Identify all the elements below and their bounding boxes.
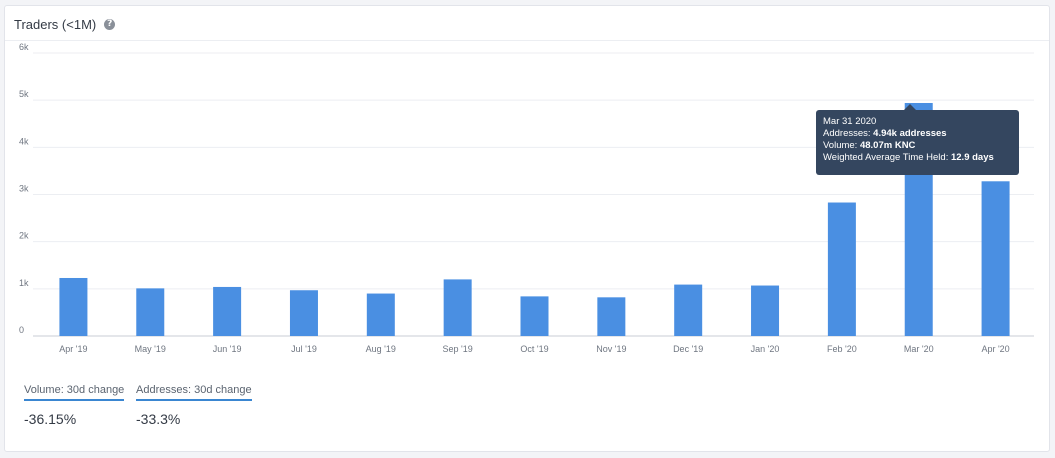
tooltip-volume-value: 48.07m KNC <box>859 140 916 151</box>
y-tick-label: 4k <box>19 136 29 146</box>
x-tick-label: Oct '19 <box>520 344 548 354</box>
tooltip-arrow <box>904 104 916 110</box>
tooltip-wath-value: 12.9 days <box>950 152 994 163</box>
y-tick-label: 1k <box>19 278 29 288</box>
y-tick-label: 0 <box>19 325 24 335</box>
x-tick-label: Mar '20 <box>904 344 934 354</box>
tooltip-addresses-value: 4.94k addresses <box>873 128 947 139</box>
volume-change-label[interactable]: Volume: 30d change <box>24 384 125 401</box>
bar[interactable] <box>520 296 549 336</box>
volume-change-value: -36.15% <box>24 411 77 427</box>
bar[interactable] <box>827 202 856 336</box>
x-tick-label: Apr '20 <box>981 344 1009 354</box>
bar[interactable] <box>366 293 395 336</box>
y-tick-label: 5k <box>19 89 29 99</box>
x-tick-label: Dec '19 <box>673 344 703 354</box>
x-tick-label: Aug '19 <box>366 344 396 354</box>
x-tick-label: May '19 <box>135 344 166 354</box>
x-tick-label: Sep '19 <box>443 344 473 354</box>
bar[interactable] <box>59 277 88 336</box>
addresses-change-value: -33.3% <box>136 411 181 427</box>
tooltip-addresses-row: Addresses: 4.94k addresses <box>823 128 1012 140</box>
x-tick-label: Apr '19 <box>59 344 87 354</box>
bar[interactable] <box>136 288 165 336</box>
x-tick-label: Feb '20 <box>827 344 857 354</box>
bar[interactable] <box>443 279 472 336</box>
y-tick-label: 3k <box>19 184 29 194</box>
addresses-change-label[interactable]: Addresses: 30d change <box>136 384 252 401</box>
bar[interactable] <box>751 285 780 336</box>
tooltip-date: Mar 31 2020 <box>823 116 877 127</box>
x-tick-label: Jun '19 <box>213 344 242 354</box>
y-tick-label: 2k <box>19 231 29 241</box>
tooltip-volume-row: Volume: 48.07m KNC <box>823 140 1012 152</box>
tooltip-volume-label: Volume: <box>823 140 858 151</box>
y-tick-label: 6k <box>19 42 29 52</box>
chart-tooltip: Mar 31 2020 Addresses: 4.94k addresses V… <box>816 104 1019 175</box>
tooltip-wath-row: Weighted Average Time Held: 12.9 days <box>823 152 1012 164</box>
chart-card: Traders (<1M) ? 0 1k 2k 3k 4k 5k 6k Apr '19 May … <box>4 5 1050 452</box>
x-tick-label: Nov '19 <box>596 344 626 354</box>
bar[interactable] <box>597 297 626 336</box>
bar[interactable] <box>674 284 703 336</box>
bar[interactable] <box>981 181 1010 336</box>
x-tick-label: Jan '20 <box>751 344 780 354</box>
bar[interactable] <box>289 290 318 336</box>
x-tick-label: Jul '19 <box>291 344 317 354</box>
bar-chart: 0 1k 2k 3k 4k 5k 6k Apr '19 May '19 Jun '19 Jul '1… <box>19 42 1034 354</box>
addresses-change-stat: Addresses: 30d change -33.3% <box>136 384 252 427</box>
volume-change-stat: Volume: 30d change -36.15% <box>24 384 125 427</box>
tooltip-wath-label: Weighted Average Time Held: <box>823 152 949 163</box>
bar[interactable] <box>213 286 242 336</box>
tooltip-addresses-label: Addresses: <box>823 128 871 139</box>
